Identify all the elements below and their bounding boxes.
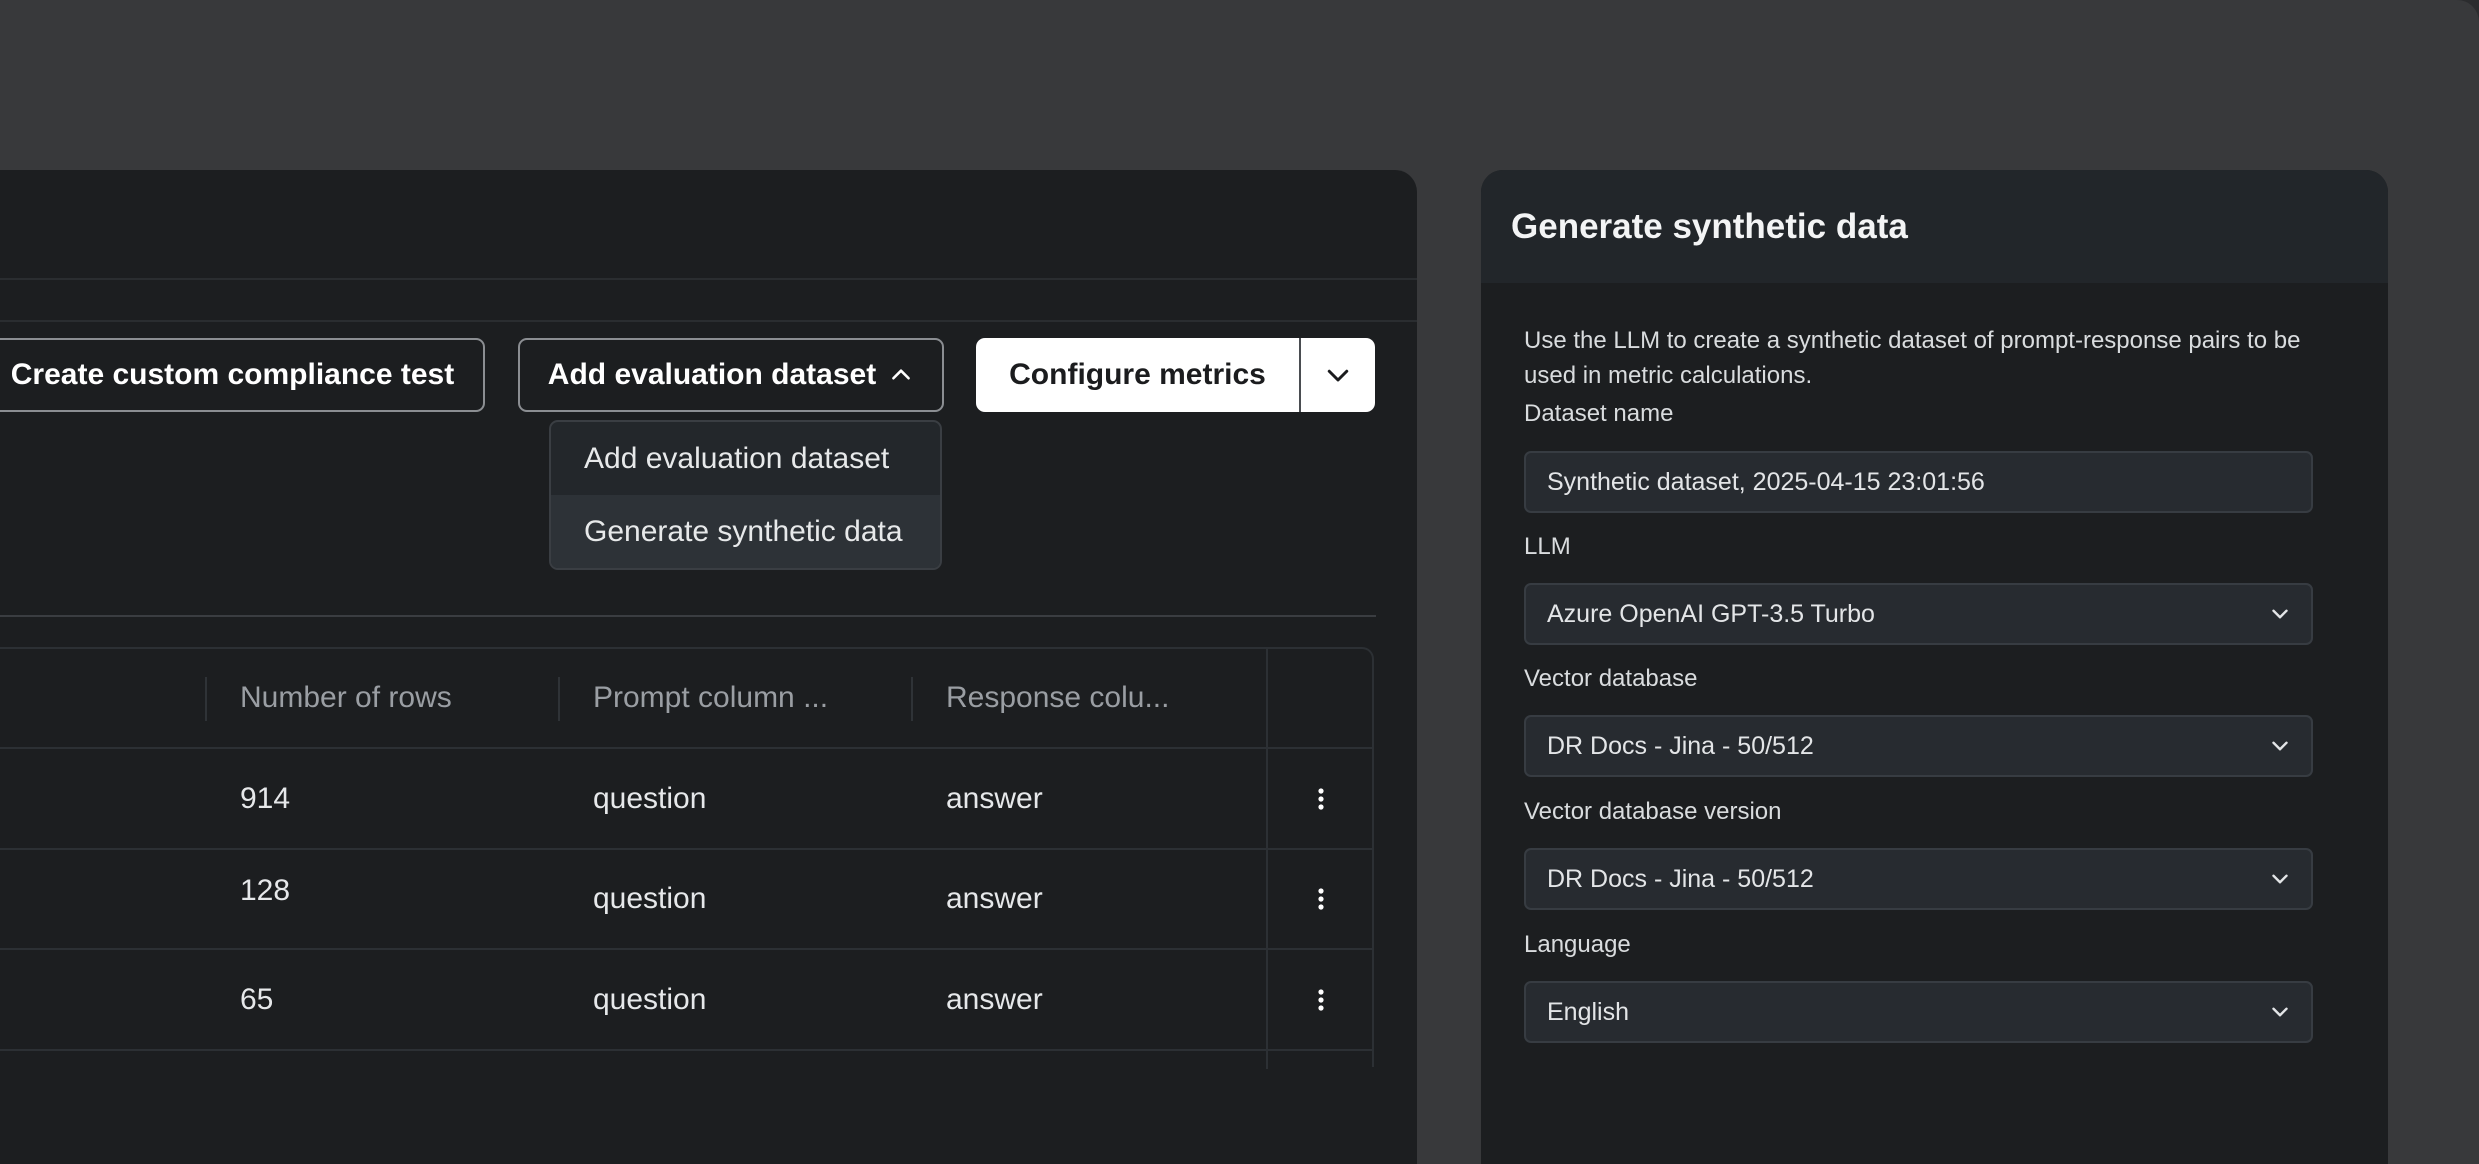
language-label: Language — [1524, 931, 1631, 958]
configure-metrics-split-button: Configure metrics — [976, 338, 1375, 412]
configure-metrics-menu-button[interactable] — [1301, 338, 1375, 412]
datasets-table: Number of rows Prompt column ... Respons… — [0, 647, 1374, 1069]
row-actions-kebab-icon[interactable] — [1266, 850, 1376, 948]
configure-metrics-button[interactable]: Configure metrics — [976, 338, 1299, 412]
column-divider — [911, 677, 913, 721]
llm-select[interactable]: Azure OpenAI GPT-3.5 Turbo — [1524, 583, 2313, 645]
dataset-name-label: Dataset name — [1524, 400, 1674, 427]
menu-item-generate-synthetic-data[interactable]: Generate synthetic data — [551, 495, 940, 568]
generate-synthetic-data-panel: Generate synthetic data Use the LLM to c… — [1481, 170, 2388, 1164]
cell-prompt-column: question — [593, 882, 707, 915]
column-divider — [1266, 649, 1268, 1069]
panel-description: Use the LLM to create a synthetic datase… — [1524, 327, 2301, 389]
chevron-up-icon — [888, 362, 914, 388]
dataset-name-input[interactable]: Synthetic dataset, 2025-04-15 23:01:56 — [1524, 451, 2313, 513]
llm-label: LLM — [1524, 533, 1571, 560]
button-label: Configure metrics — [1009, 358, 1266, 391]
language-value: English — [1547, 997, 1629, 1026]
llm-value: Azure OpenAI GPT-3.5 Turbo — [1547, 599, 1875, 628]
vector-database-label: Vector database — [1524, 665, 1698, 692]
add-evaluation-dataset-button[interactable]: Add evaluation dataset — [518, 338, 944, 412]
table-row: 128 question answer — [0, 850, 1372, 950]
language-select[interactable]: English — [1524, 981, 2313, 1043]
vector-database-version-label: Vector database version — [1524, 798, 1782, 825]
vector-database-version-value: DR Docs - Jina - 50/512 — [1547, 864, 1814, 893]
cell-prompt-column: question — [593, 781, 707, 815]
panel-title: Generate synthetic data — [1511, 206, 1908, 246]
row-actions-kebab-icon[interactable] — [1266, 749, 1376, 848]
vector-database-version-select[interactable]: DR Docs - Jina - 50/512 — [1524, 848, 2313, 910]
table-header-row: Number of rows Prompt column ... Respons… — [0, 649, 1372, 749]
vector-database-value: DR Docs - Jina - 50/512 — [1547, 731, 1814, 760]
cell-number-of-rows: 914 — [240, 781, 291, 815]
column-header-number-of-rows[interactable]: Number of rows — [240, 649, 452, 747]
row-actions-kebab-icon[interactable] — [1266, 950, 1376, 1049]
column-divider — [558, 677, 560, 721]
vector-database-select[interactable]: DR Docs - Jina - 50/512 — [1524, 715, 2313, 777]
app-background: Create custom compliance test Add evalua… — [0, 0, 2479, 1164]
chevron-down-icon — [2267, 866, 2293, 892]
chevron-down-icon — [2267, 999, 2293, 1025]
cell-response-column: answer — [946, 982, 1043, 1016]
chevron-down-icon — [1323, 360, 1353, 390]
create-custom-compliance-test-button[interactable]: Create custom compliance test — [0, 338, 485, 412]
cell-number-of-rows: 128 — [240, 874, 291, 907]
divider — [0, 615, 1376, 617]
table-row: 65 question answer — [0, 950, 1372, 1051]
divider — [0, 320, 1417, 322]
table-row: 914 question answer — [0, 749, 1372, 850]
menu-item-add-evaluation-dataset[interactable]: Add evaluation dataset — [551, 422, 940, 495]
button-label: Add evaluation dataset — [547, 358, 877, 391]
cell-prompt-column: question — [593, 982, 707, 1016]
column-header-prompt-column[interactable]: Prompt column ... — [593, 649, 828, 747]
cell-response-column: answer — [946, 882, 1043, 915]
column-divider — [205, 677, 207, 721]
panel-header: Generate synthetic data — [1481, 170, 2388, 283]
add-dataset-dropdown-menu: Add evaluation dataset Generate syntheti… — [549, 420, 942, 570]
cell-number-of-rows: 65 — [240, 982, 274, 1016]
cell-response-column: answer — [946, 781, 1043, 815]
dataset-name-value: Synthetic dataset, 2025-04-15 23:01:56 — [1547, 467, 1985, 496]
button-label: Create custom compliance test — [10, 358, 455, 391]
column-header-response-column[interactable]: Response colu... — [946, 649, 1169, 747]
divider — [0, 278, 1417, 280]
chevron-down-icon — [2267, 733, 2293, 759]
chevron-down-icon — [2267, 601, 2293, 627]
